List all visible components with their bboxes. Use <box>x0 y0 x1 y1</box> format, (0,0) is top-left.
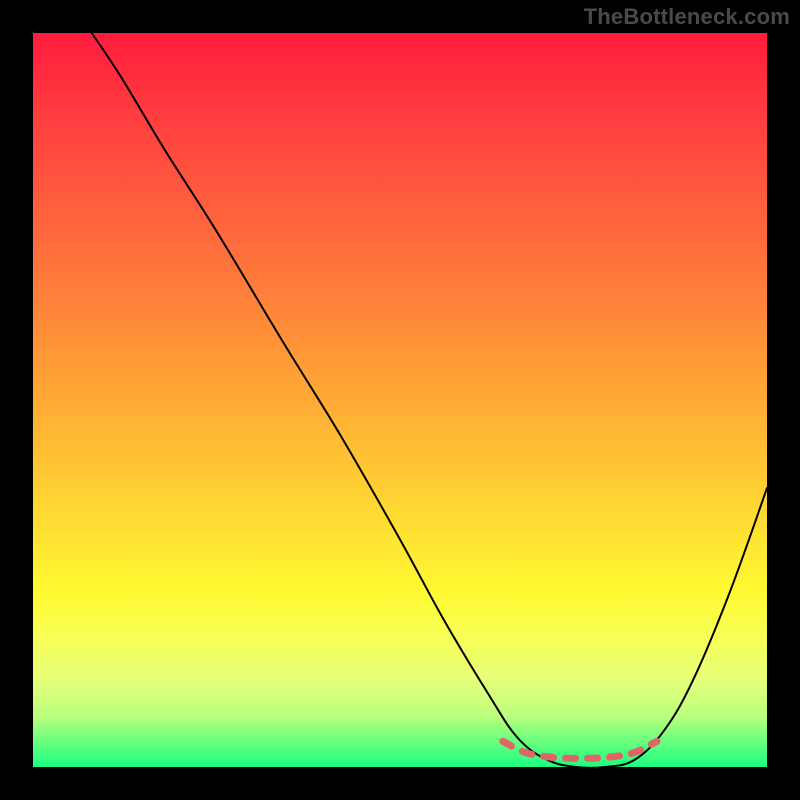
watermark-text: TheBottleneck.com <box>584 4 790 30</box>
chart-frame: TheBottleneck.com <box>0 0 800 800</box>
series-optimal-range-marker <box>503 741 657 758</box>
plot-svg <box>33 33 767 767</box>
series-bottleneck-curve <box>92 33 767 768</box>
plot-area <box>33 33 767 767</box>
